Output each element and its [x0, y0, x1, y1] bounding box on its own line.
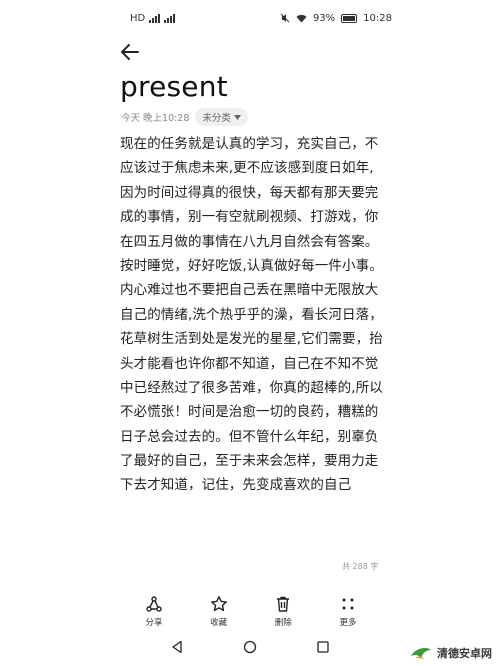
wifi-icon — [296, 14, 307, 22]
status-bar: HD 93% 10:28 — [130, 8, 392, 28]
note-body[interactable]: 现在的任务就是认真的学习，充实自己，不 应该过于焦虑未来,更不应该感到度日如年,… — [120, 132, 383, 498]
note-line: 内心难过也不要把自己丢在黑暗中无限放大 — [120, 282, 379, 299]
delete-label: 删除 — [274, 618, 292, 628]
note-line: 下去才知道，记住，先变成喜欢的自己 — [120, 477, 352, 494]
mute-icon — [280, 13, 290, 23]
note-line: 头才能看也许你都不知道，自己在不知不觉 — [120, 355, 379, 372]
favorite-button[interactable]: 收藏 — [199, 595, 239, 628]
share-label: 分享 — [145, 618, 163, 628]
battery-icon — [341, 13, 358, 23]
note-title[interactable]: present — [120, 70, 228, 103]
note-line: 日子总会过去的。但不管什么年纪，别辜负 — [120, 428, 379, 445]
signal-icon — [149, 13, 161, 23]
note-date: 今天 晚上10:28 — [121, 113, 190, 124]
note-line: 在四五月做的事情在八九月自然会有答案。 — [120, 233, 379, 250]
nav-back-icon[interactable] — [170, 640, 184, 654]
note-line: 成的事情，别一有空就刷视频、打游戏，你 — [120, 209, 379, 226]
star-icon — [210, 596, 227, 612]
note-line: 自己的情绪,洗个热乎乎的澡，看长河日落， — [120, 306, 383, 323]
battery-percent: 93% — [312, 12, 336, 24]
nav-home-icon[interactable] — [243, 640, 257, 654]
char-count: 共 288 字 — [342, 562, 379, 571]
network-label: HD — [130, 12, 146, 24]
clock: 10:28 — [363, 12, 392, 24]
share-icon — [146, 596, 162, 612]
watermark-logo-icon — [411, 648, 431, 659]
favorite-label: 收藏 — [210, 618, 228, 628]
more-label: 更多 — [339, 618, 357, 628]
category-dropdown[interactable]: 未分类 — [195, 108, 248, 126]
note-line: 中已经熬过了很多苦难，你真的超棒的,所以 — [120, 379, 383, 396]
signal-icon-2 — [164, 13, 176, 23]
delete-button[interactable]: 删除 — [263, 595, 303, 628]
note-meta: 今天 晚上10:28 未分类 — [121, 108, 248, 126]
category-label: 未分类 — [202, 113, 231, 124]
system-nav-bar — [170, 640, 330, 654]
note-line: 了最好的自己，至于未来会怎样，要用力走 — [120, 453, 379, 470]
watermark-text: 清德安卓网 — [437, 647, 492, 660]
back-arrow-icon[interactable] — [118, 40, 142, 64]
more-button[interactable]: 更多 — [328, 595, 368, 628]
note-line: 应该过于焦虑未来,更不应该感到度日如年, — [120, 160, 374, 177]
note-line: 花草树生活到处是发光的星星,它们需要，抬 — [120, 331, 383, 348]
status-right: 93% 10:28 — [280, 13, 392, 24]
bottom-toolbar: 分享 收藏 删除 更多 — [120, 595, 382, 628]
status-left: HD — [130, 12, 176, 24]
note-line: 现在的任务就是认真的学习，充实自己，不 — [120, 136, 379, 152]
share-button[interactable]: 分享 — [134, 595, 174, 628]
watermark: 清德安卓网 — [409, 644, 492, 662]
chevron-down-icon — [233, 114, 241, 120]
note-line: 因为时间过得真的很快，每天都有那天要完 — [120, 184, 379, 201]
trash-icon — [277, 596, 290, 612]
note-line: 不必慌张！时间是治愈一切的良药，糟糕的 — [120, 404, 379, 421]
nav-recents-icon[interactable] — [316, 640, 330, 654]
more-dots-icon — [342, 598, 354, 610]
note-line: 按时睡觉，好好吃饭,认真做好每一件小事。 — [120, 257, 383, 274]
